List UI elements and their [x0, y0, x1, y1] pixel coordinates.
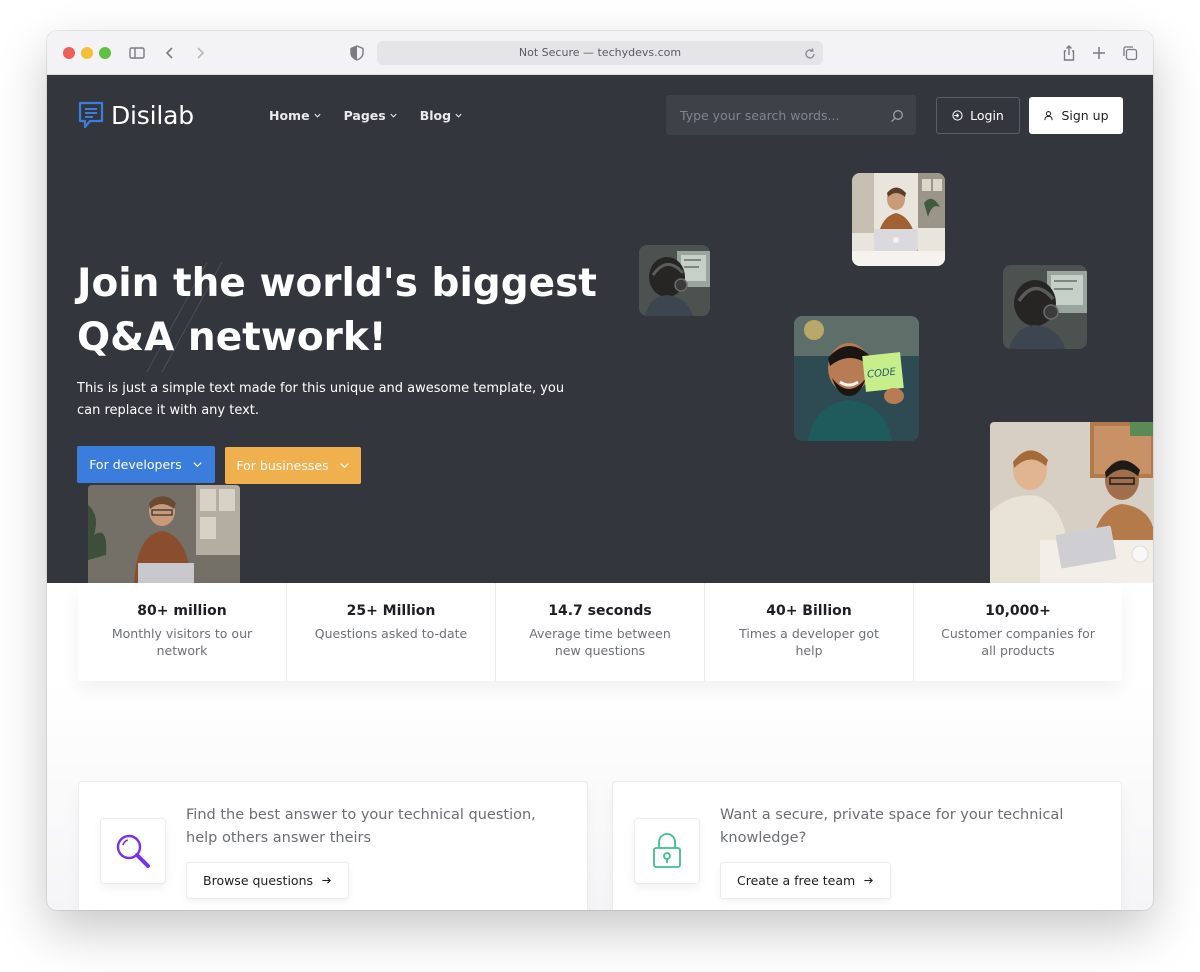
browser-window: Not Secure — techydevs.com Disilab Home … [47, 31, 1153, 910]
browse-questions-button[interactable]: Browse questions [186, 862, 350, 899]
nav-item-home[interactable]: Home [269, 108, 322, 123]
feature-card-team: Want a secure, private space for your te… [612, 781, 1122, 910]
stat-item: 40+ Billion Times a developer got help [705, 583, 914, 681]
magnifier-icon [100, 818, 166, 884]
minimize-window-button[interactable] [81, 47, 93, 59]
chevron-down-icon [455, 113, 462, 118]
stat-item: 80+ million Monthly visitors to our netw… [78, 583, 287, 681]
tab-overview-icon[interactable] [1120, 43, 1140, 63]
reload-icon[interactable] [803, 46, 817, 60]
search-input[interactable] [680, 95, 880, 135]
stat-label: Times a developer got help [739, 626, 879, 658]
stat-label: Monthly visitors to our network [111, 626, 253, 658]
privacy-shield-icon[interactable] [347, 43, 367, 63]
close-window-button[interactable] [63, 47, 75, 59]
feature-card-text: Find the best answer to your technical q… [186, 807, 536, 846]
create-free-team-label: Create a free team [737, 873, 856, 888]
stat-value: 80+ million [137, 603, 227, 619]
stat-label: Average time between new questions [529, 626, 671, 658]
lock-icon [634, 818, 700, 884]
stat-value: 10,000+ [985, 603, 1051, 619]
zoom-window-button[interactable] [99, 47, 111, 59]
hero-description: This is just a simple text made for this… [77, 381, 565, 418]
browser-toolbar: Not Secure — techydevs.com [47, 31, 1153, 75]
stat-item: 25+ Million Questions asked to-date [287, 583, 496, 681]
chat-bubble-logo-icon [78, 101, 104, 129]
for-developers-label: For developers [89, 457, 182, 472]
meeting-photo [990, 422, 1153, 583]
address-bar[interactable]: Not Secure — techydevs.com [377, 41, 823, 65]
share-icon[interactable] [1059, 43, 1079, 63]
code-note-person-photo: CODE [794, 316, 919, 441]
logo-text: Disilab [111, 100, 194, 130]
new-tab-icon[interactable] [1089, 43, 1109, 63]
man-laptop-photo [852, 173, 945, 266]
chevron-down-icon [340, 463, 349, 469]
forward-icon[interactable] [190, 43, 210, 63]
signup-button[interactable]: Sign up [1029, 97, 1123, 134]
feature-card-questions: Find the best answer to your technical q… [78, 781, 588, 910]
arrow-right-icon [864, 877, 874, 884]
stat-value: 25+ Million [346, 603, 436, 619]
login-icon [952, 110, 963, 121]
user-icon [1044, 111, 1054, 121]
nav-item-label: Pages [343, 108, 386, 123]
hero-title: Join the world's biggest Q&A network! [77, 257, 597, 365]
signup-label: Sign up [1061, 108, 1109, 123]
url-text: Not Secure — techydevs.com [518, 46, 682, 59]
site-logo[interactable]: Disilab [77, 99, 194, 131]
chevron-down-icon [193, 462, 202, 468]
developer-laptop-photo [88, 485, 240, 583]
feature-cards-section: Find the best answer to your technical q… [47, 681, 1153, 910]
nav-item-blog[interactable]: Blog [420, 108, 463, 123]
search-box [666, 95, 916, 135]
for-businesses-button[interactable]: For businesses [225, 447, 361, 484]
feature-card-text: Want a secure, private space for your te… [720, 807, 1064, 846]
hero-title-line: Q&A network! [77, 315, 387, 360]
stat-label: Questions asked to-date [314, 626, 468, 641]
create-free-team-button[interactable]: Create a free team [720, 862, 892, 899]
headphones-person-photo [639, 245, 710, 316]
stats-bar: 80+ million Monthly visitors to our netw… [78, 583, 1122, 681]
headphones-person-photo-right [1003, 265, 1087, 349]
login-button[interactable]: Login [936, 97, 1020, 134]
stat-value: 14.7 seconds [548, 603, 652, 619]
for-businesses-label: For businesses [236, 458, 329, 473]
chevron-down-icon [390, 113, 397, 118]
hero-title-line: Join the world's biggest [77, 261, 597, 306]
main-nav: Home Pages Blog [269, 108, 463, 123]
stat-value: 40+ Billion [766, 603, 852, 619]
stat-label: Customer companies for all products [941, 626, 1095, 658]
sidebar-toggle-icon[interactable] [127, 43, 147, 63]
nav-item-label: Blog [419, 108, 452, 123]
chevron-down-icon [313, 113, 321, 118]
back-icon[interactable] [160, 43, 180, 63]
browse-questions-label: Browse questions [203, 873, 314, 888]
for-developers-button[interactable]: For developers [77, 446, 215, 483]
nav-item-pages[interactable]: Pages [344, 108, 398, 123]
search-icon[interactable] [890, 108, 904, 123]
hero-section: Disilab Home Pages Blog Login [47, 75, 1153, 583]
login-label: Login [970, 108, 1004, 123]
arrow-right-icon [322, 877, 331, 884]
stat-item: 10,000+ Customer companies for all produ… [914, 583, 1122, 681]
stat-item: 14.7 seconds Average time between new qu… [496, 583, 705, 681]
nav-item-label: Home [269, 108, 310, 123]
